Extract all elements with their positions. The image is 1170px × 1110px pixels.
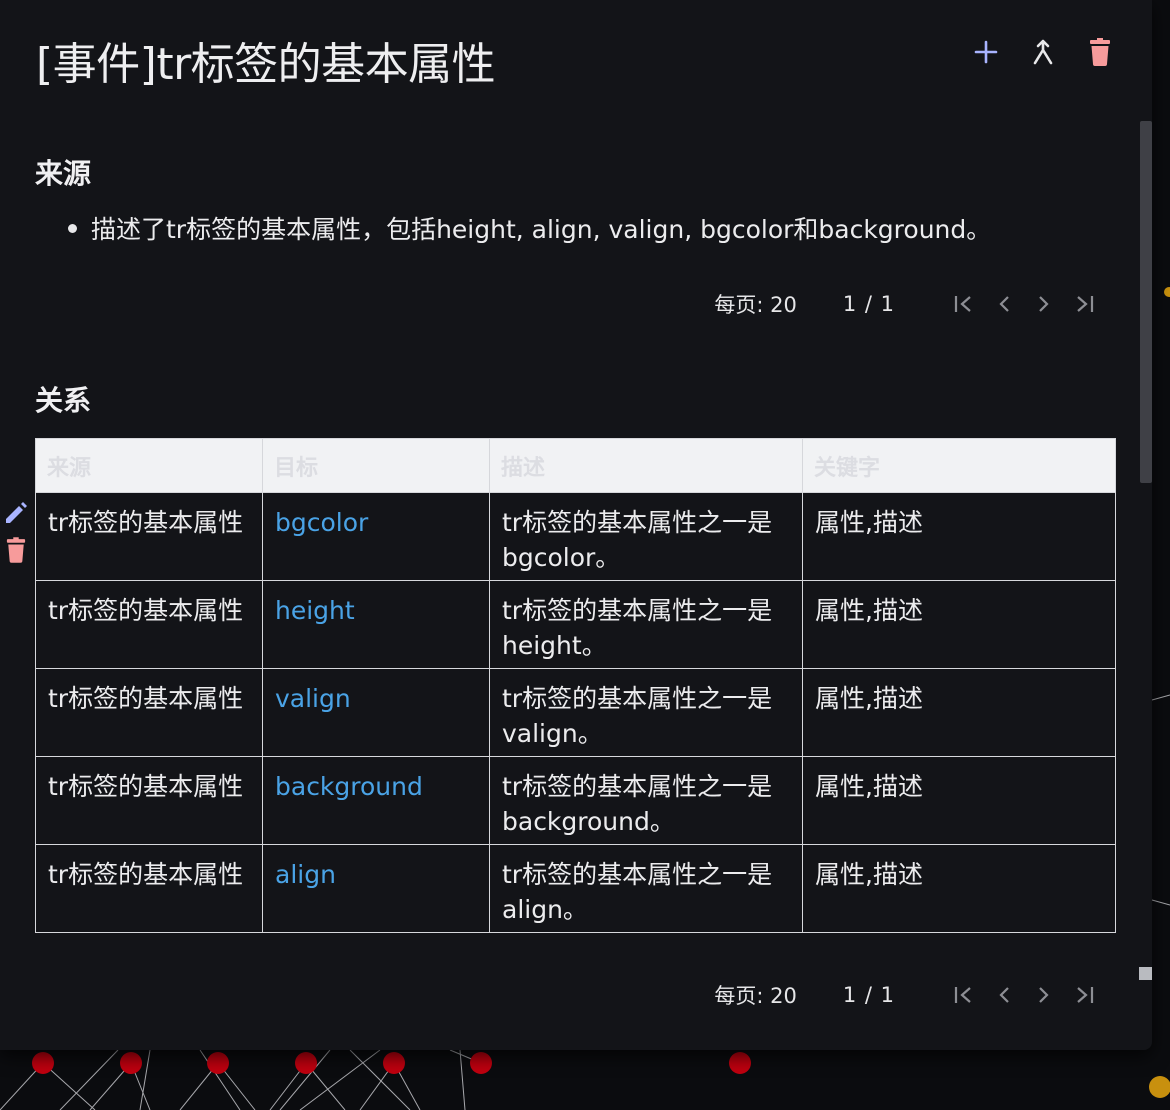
cell-target: align — [262, 844, 490, 933]
column-header-keywords[interactable]: 关键字 — [802, 438, 1116, 493]
first-page-icon[interactable] — [951, 982, 977, 1008]
scrollbar-marker — [1139, 967, 1152, 980]
scrollbar-thumb[interactable] — [1140, 121, 1152, 483]
cell-source: tr标签的基本属性 — [35, 580, 263, 669]
cell-target: bgcolor — [262, 492, 490, 581]
target-link[interactable]: bgcolor — [275, 508, 368, 537]
relations-heading: 关系 — [35, 384, 92, 417]
edit-row-button[interactable] — [2, 498, 30, 526]
cell-source: tr标签的基本属性 — [35, 844, 263, 933]
first-page-icon[interactable] — [951, 291, 977, 317]
cell-target: height — [262, 580, 490, 669]
cell-source: tr标签的基本属性 — [35, 756, 263, 845]
table-row[interactable]: tr标签的基本属性 align tr标签的基本属性之一是align。 属性,描述 — [35, 844, 1116, 933]
cell-source: tr标签的基本属性 — [35, 492, 263, 581]
column-header-target[interactable]: 目标 — [262, 438, 490, 493]
add-button[interactable] — [970, 34, 1002, 70]
cell-description: tr标签的基本属性之一是valign。 — [489, 668, 803, 757]
relations-pagination: 每页: 20 1 / 1 — [714, 980, 1097, 1010]
per-page-label[interactable]: 每页: 20 — [714, 980, 796, 1010]
column-header-description[interactable]: 描述 — [489, 438, 803, 493]
cell-keywords: 属性,描述 — [802, 844, 1116, 933]
delete-row-button[interactable] — [2, 536, 30, 564]
bullet-dot — [68, 223, 77, 233]
table-row[interactable]: tr标签的基本属性 background tr标签的基本属性之一是backgro… — [35, 756, 1116, 845]
cell-target: background — [262, 756, 490, 845]
source-heading: 来源 — [35, 157, 92, 190]
page-title: [事件]tr标签的基本属性 — [36, 39, 496, 90]
delete-button[interactable] — [1084, 34, 1116, 70]
edit-icon — [6, 502, 27, 523]
target-link[interactable]: valign — [275, 684, 351, 713]
cell-keywords: 属性,描述 — [802, 668, 1116, 757]
prev-page-icon[interactable] — [991, 291, 1017, 317]
detail-panel: [事件]tr标签的基本属性 来源 描述了tr标签的基本属性，包括height, … — [0, 0, 1152, 1050]
cell-description: tr标签的基本属性之一是align。 — [489, 844, 803, 933]
target-link[interactable]: background — [275, 772, 423, 801]
relations-table: 来源 目标 描述 关键字 tr标签的基本属性 bgcolor tr标签的基本属性… — [35, 438, 1116, 933]
table-row[interactable]: tr标签的基本属性 bgcolor tr标签的基本属性之一是bgcolor。 属… — [35, 492, 1116, 581]
cell-source: tr标签的基本属性 — [35, 668, 263, 757]
delete-icon — [6, 537, 26, 563]
cell-keywords: 属性,描述 — [802, 492, 1116, 581]
column-header-source[interactable]: 来源 — [35, 438, 263, 493]
per-page-label[interactable]: 每页: 20 — [714, 289, 796, 319]
source-pagination: 每页: 20 1 / 1 — [714, 289, 1097, 319]
source-description: 描述了tr标签的基本属性，包括height, align, valign, bg… — [91, 215, 992, 244]
cell-description: tr标签的基本属性之一是background。 — [489, 756, 803, 845]
cell-keywords: 属性,描述 — [802, 580, 1116, 669]
page-indicator: 1 / 1 — [842, 292, 895, 316]
next-page-icon[interactable] — [1031, 982, 1057, 1008]
cell-description: tr标签的基本属性之一是height。 — [489, 580, 803, 669]
table-header-row: 来源 目标 描述 关键字 — [35, 438, 1116, 493]
last-page-icon[interactable] — [1071, 291, 1097, 317]
prev-page-icon[interactable] — [991, 982, 1017, 1008]
target-link[interactable]: height — [275, 596, 355, 625]
source-list-item: 描述了tr标签的基本属性，包括height, align, valign, bg… — [68, 210, 991, 246]
toolbar — [970, 34, 1116, 70]
row-actions — [2, 498, 30, 564]
scrollbar[interactable] — [1136, 115, 1152, 985]
page-indicator: 1 / 1 — [842, 983, 895, 1007]
next-page-icon[interactable] — [1031, 291, 1057, 317]
add-icon — [974, 40, 998, 64]
cell-keywords: 属性,描述 — [802, 756, 1116, 845]
last-page-icon[interactable] — [1071, 982, 1097, 1008]
delete-icon — [1090, 38, 1110, 66]
cell-description: tr标签的基本属性之一是bgcolor。 — [489, 492, 803, 581]
cell-target: valign — [262, 668, 490, 757]
table-row[interactable]: tr标签的基本属性 height tr标签的基本属性之一是height。 属性,… — [35, 580, 1116, 669]
target-link[interactable]: align — [275, 860, 336, 889]
merge-button[interactable] — [1027, 34, 1059, 70]
merge-icon — [1033, 39, 1053, 65]
table-row[interactable]: tr标签的基本属性 valign tr标签的基本属性之一是valign。 属性,… — [35, 668, 1116, 757]
